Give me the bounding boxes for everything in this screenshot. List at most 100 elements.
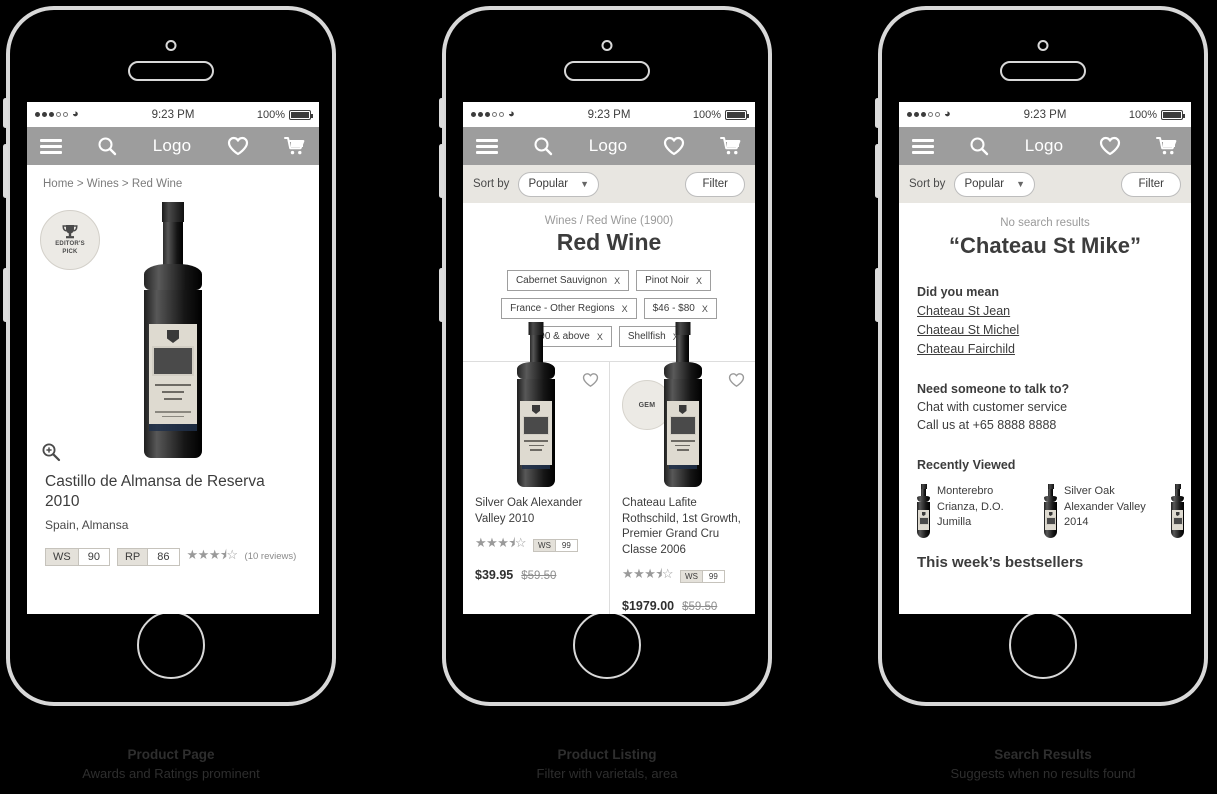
status-battery: 100% (1092, 109, 1185, 121)
product-rating: ★★★⯨☆ WS 99 (475, 534, 597, 556)
filter-chip[interactable]: Cabernet Sauvignon X (506, 270, 630, 291)
wifi-icon: ◕ (72, 108, 79, 120)
logo[interactable]: Logo (589, 136, 628, 156)
filter-chip[interactable]: $46 - $80 X (643, 298, 717, 319)
caption-title: Search Results (994, 747, 1092, 762)
category-header: Wines / Red Wine (1900) Red Wine (463, 203, 755, 258)
home-button[interactable] (573, 611, 641, 679)
call-line[interactable]: Call us at +65 8888 8888 (917, 418, 1173, 432)
volume-down-button[interactable] (3, 268, 8, 322)
star-rating: ★★★⯨☆ (622, 566, 674, 582)
list-item[interactable]: Monterebro Crianza, D.O. Jumilla (917, 484, 1033, 538)
home-button[interactable] (137, 611, 205, 679)
chat-line[interactable]: Chat with customer service (917, 400, 1173, 414)
camera-icon (165, 40, 177, 51)
caption-subtitle: Filter with varietals, area (536, 766, 678, 781)
filter-chip[interactable]: Pinot Noir X (636, 270, 712, 291)
editors-pick-line1: EDITOR'S (55, 241, 85, 247)
wifi-icon: ◕ (508, 108, 515, 120)
sort-select[interactable]: Popular ▼ (518, 171, 599, 197)
category-title: Red Wine (556, 229, 662, 255)
original-price: $59.50 (521, 570, 557, 583)
score-badge: WS 99 (680, 569, 725, 583)
product-card[interactable]: Silver Oak Alexander Valley 2010 ★★★⯨☆ W… (463, 322, 609, 614)
home-button[interactable] (1009, 611, 1077, 679)
close-icon[interactable]: X (702, 304, 708, 314)
caption-search-results: Search Results Suggests when no results … (878, 747, 1208, 781)
close-icon[interactable]: X (614, 276, 620, 286)
volume-up-button[interactable] (3, 144, 8, 198)
magnifier-plus-icon[interactable] (41, 442, 61, 462)
list-item[interactable]: Silver Oak Alexander Valley 2014 (1044, 484, 1160, 538)
heart-icon[interactable] (227, 136, 249, 156)
caption-product-listing: Product Listing Filter with varietals, a… (442, 747, 772, 781)
price-row: $1979.00 $59.50 (622, 599, 743, 613)
product-rating: ★★★⯨☆ WS 99 (622, 565, 743, 587)
product-hero: EDITOR'S PICK (27, 196, 319, 466)
nav-bar: Logo (899, 127, 1191, 165)
logo[interactable]: Logo (153, 136, 192, 156)
product-bottle-image[interactable] (144, 202, 202, 458)
volume-up-button[interactable] (875, 144, 880, 198)
did-you-mean-title: Did you mean (917, 285, 999, 299)
status-signal: ◕ (35, 109, 126, 120)
phone-frame-search-results: ◕ 9:23 PM 100% Logo Sort by Popular ▼ Fi… (875, 6, 1208, 706)
product-name: Chateau Lafite Rothschild, 1st Growth, P… (622, 497, 741, 556)
search-icon[interactable] (97, 136, 117, 156)
silent-switch[interactable] (875, 98, 880, 128)
hamburger-icon[interactable] (912, 136, 934, 157)
chip-label: Shellfish (627, 331, 666, 342)
product-card[interactable]: GEM Chateau Lafite Rothschild, 1st Growt… (609, 322, 755, 614)
chip-label: Cabernet Sauvignon (515, 275, 608, 286)
close-icon[interactable]: X (597, 332, 603, 342)
search-icon[interactable] (969, 136, 989, 156)
product-thumbnail (917, 484, 930, 538)
hamburger-icon[interactable] (40, 136, 62, 157)
phone-frame-product-page: ◕ 9:23 PM 100% Logo Home > Wines > Red W… (3, 6, 336, 706)
status-time: 9:23 PM (1023, 108, 1067, 121)
filter-chip[interactable]: France - Other Regions X (501, 298, 637, 319)
silent-switch[interactable] (439, 98, 444, 128)
nav-bar: Logo (463, 127, 755, 165)
close-icon[interactable]: X (696, 276, 702, 286)
heart-icon[interactable] (663, 136, 685, 156)
hamburger-icon[interactable] (476, 136, 498, 157)
filter-button[interactable]: Filter (685, 171, 745, 197)
chevron-down-icon: ▼ (1016, 179, 1025, 189)
heart-icon[interactable] (1099, 136, 1121, 156)
filter-button[interactable]: Filter (1121, 171, 1181, 197)
chevron-down-icon: ▼ (580, 179, 589, 189)
volume-down-button[interactable] (875, 268, 880, 322)
battery-icon (288, 109, 313, 120)
logo[interactable]: Logo (1025, 136, 1064, 156)
search-query: “Chateau St Mike” (949, 233, 1141, 258)
volume-up-button[interactable] (439, 144, 444, 198)
product-title: Castillo de Almansa de Reserva 2010 (45, 473, 265, 511)
nav-bar: Logo (27, 127, 319, 165)
current-price: $1979.00 (622, 599, 675, 614)
sort-select[interactable]: Popular ▼ (954, 171, 1035, 197)
current-price: $39.95 (475, 568, 514, 583)
list-item[interactable]: Silver Oak Alexander Valley 2014 (1171, 484, 1191, 538)
cart-icon[interactable] (720, 136, 742, 156)
status-signal: ◕ (471, 109, 562, 120)
suggestion-link[interactable]: Chateau St Jean (917, 304, 1173, 318)
status-battery: 100% (220, 108, 313, 121)
suggestion-link[interactable]: Chateau Fairchild (917, 342, 1173, 356)
score-value: 86 (147, 548, 179, 565)
volume-down-button[interactable] (439, 268, 444, 322)
close-icon[interactable]: X (622, 304, 628, 314)
camera-icon (601, 40, 613, 51)
cart-icon[interactable] (1156, 136, 1178, 156)
product-thumbnail (1044, 484, 1057, 538)
suggestion-link[interactable]: Chateau St Michel (917, 323, 1173, 337)
battery-percent: 100% (256, 108, 285, 121)
cart-icon[interactable] (284, 136, 306, 156)
search-icon[interactable] (533, 136, 553, 156)
battery-percent: 100% (692, 108, 721, 121)
silent-switch[interactable] (3, 98, 8, 128)
score-key: WS (534, 539, 555, 551)
review-count[interactable]: (10 reviews) (245, 551, 297, 562)
did-you-mean-block: Did you mean Chateau St Jean Chateau St … (917, 285, 1173, 356)
breadcrumb[interactable]: Home > Wines > Red Wine (27, 165, 319, 196)
